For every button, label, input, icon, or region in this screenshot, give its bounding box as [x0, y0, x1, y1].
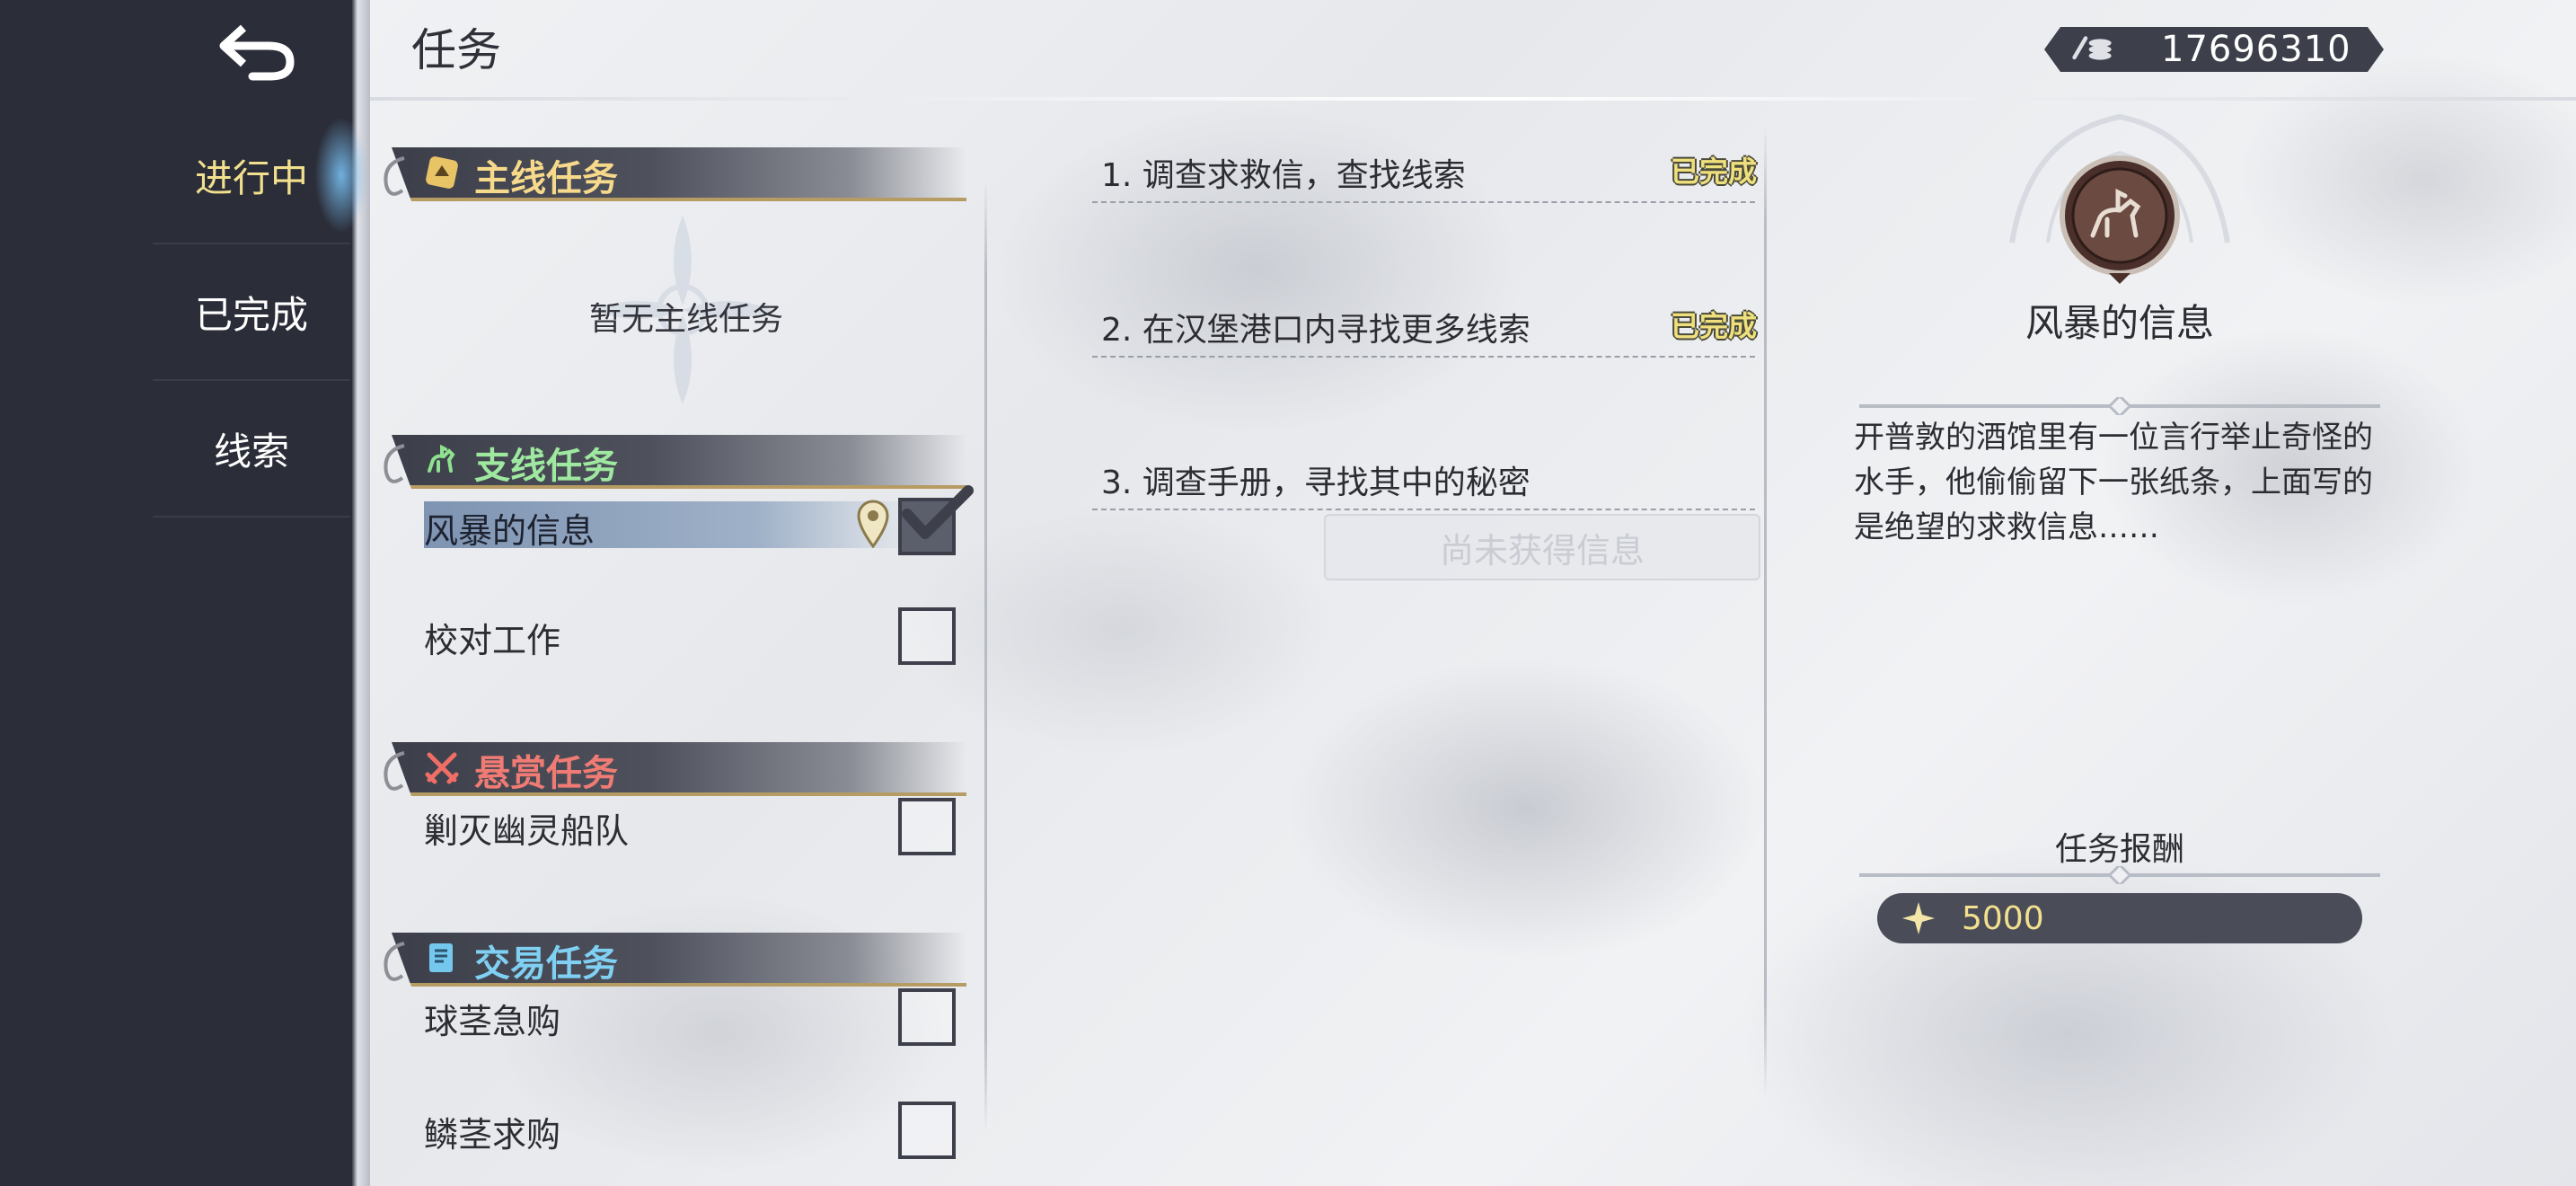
locked-info-label: 尚未获得信息: [1439, 530, 1645, 571]
objective-status: 已完成: [1670, 155, 1757, 189]
tab-label: 已完成: [194, 292, 308, 337]
quest-item[interactable]: 剿灭幽灵船队: [424, 796, 963, 855]
quest-description: 开普敦的酒馆里有一位言行举止奇怪的水手，他偷偷留下一张纸条，上面写的是绝望的求救…: [1854, 420, 2373, 545]
coins-icon: [2071, 31, 2116, 67]
horse-rider-icon: [428, 444, 455, 473]
objective-status: 已完成: [1670, 309, 1757, 343]
quest-label: 鳞茎求购: [424, 1115, 561, 1155]
knight-emblem-icon: [2060, 155, 2180, 284]
objective-item: 3. 调查手册，寻找其中的秘密: [1092, 446, 1755, 510]
scroll-emblem-icon: [426, 156, 458, 189]
track-checkbox[interactable]: [898, 988, 956, 1046]
reward-pill: [1877, 893, 2362, 943]
category-label: 悬赏任务: [474, 753, 618, 794]
crossed-swords-icon: [425, 752, 459, 784]
hook-ornament-icon: [384, 942, 405, 981]
location-pin-icon[interactable]: [855, 498, 891, 548]
checkmark-icon: [902, 485, 974, 539]
quest-item[interactable]: 球茎急购: [424, 987, 963, 1046]
column-divider: [1764, 126, 1767, 1096]
track-checkbox[interactable]: [898, 607, 956, 665]
quest-label: 校对工作: [424, 621, 561, 660]
tab-completed[interactable]: 已完成: [153, 244, 350, 381]
star-sparkle-icon: [1902, 902, 1935, 934]
tab-in-progress[interactable]: 进行中: [153, 108, 350, 244]
objective-item: 2. 在汉堡港口内寻找更多线索 已完成: [1092, 293, 1757, 358]
reward-title: 任务报酬: [2054, 831, 2184, 868]
objective-text: 1. 调查求救信，查找线索: [1101, 157, 1466, 194]
track-checkbox[interactable]: [898, 1102, 956, 1159]
contract-scroll-icon: [429, 943, 453, 972]
track-checkbox[interactable]: [898, 798, 956, 855]
back-arrow-icon: [219, 24, 295, 81]
objective-item: 1. 调查求救信，查找线索 已完成: [1092, 138, 1757, 203]
objective-text: 2. 在汉堡港口内寻找更多线索: [1101, 312, 1531, 349]
empty-main-quest-text: 暂无主线任务: [589, 301, 784, 338]
category-side-quest: 支线任务: [377, 435, 970, 498]
objective-text: 3. 调查手册，寻找其中的秘密: [1101, 465, 1531, 501]
quest-detail-title: 风暴的信息: [2025, 301, 2214, 345]
quest-label: 风暴的信息: [424, 511, 595, 551]
category-label: 支线任务: [474, 446, 618, 487]
tab-clues[interactable]: 线索: [153, 381, 350, 518]
quest-label: 剿灭幽灵船队: [424, 811, 630, 851]
column-divider: [984, 180, 987, 1132]
category-main-quest: 主线任务: [377, 147, 970, 210]
hook-ornament-icon: [384, 156, 405, 196]
tab-label: 进行中: [194, 155, 308, 200]
locked-info-button: 尚未获得信息: [1324, 514, 1760, 580]
category-label: 交易任务: [474, 943, 618, 985]
hook-ornament-icon: [384, 444, 405, 483]
tab-label: 线索: [213, 429, 289, 474]
category-label: 主线任务: [474, 158, 618, 199]
reward-bar: 5000: [1865, 893, 2377, 947]
back-button[interactable]: [212, 16, 302, 88]
reward-value: 5000: [1962, 900, 2044, 937]
hook-ornament-icon: [384, 751, 405, 791]
quest-item[interactable]: 校对工作: [424, 606, 963, 665]
quest-item[interactable]: 鳞茎求购: [424, 1100, 963, 1159]
ornament-divider: [1859, 397, 2380, 415]
page-title: 任务: [411, 24, 501, 76]
currency-display: 17696310: [2044, 27, 2384, 72]
ornament-divider: [1859, 866, 2380, 884]
currency-value: 17696310: [2161, 29, 2351, 70]
quest-label: 球茎急购: [424, 1002, 561, 1041]
quest-item[interactable]: 风暴的信息: [424, 485, 974, 555]
